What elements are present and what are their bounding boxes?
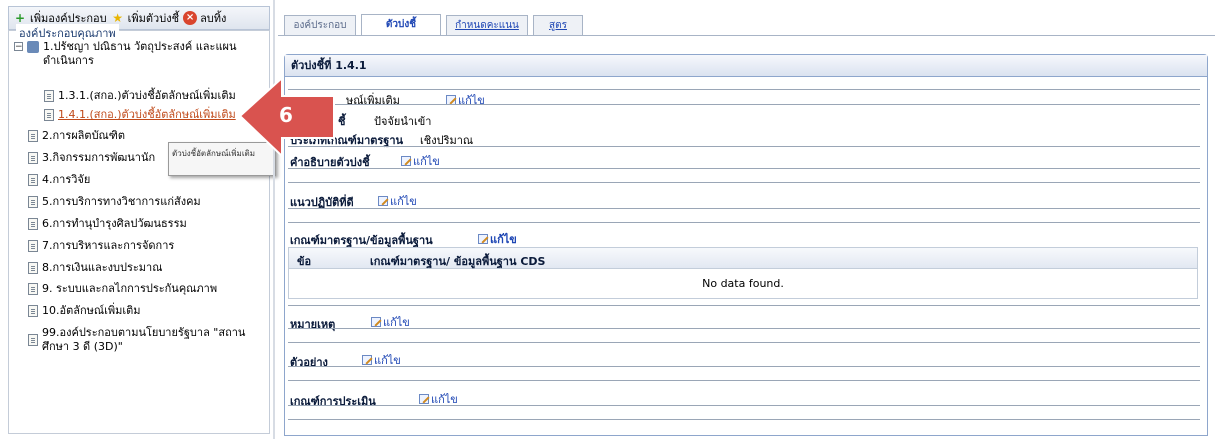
row-divider — [288, 305, 1200, 306]
tree-item[interactable]: 4.การวิจัย — [28, 173, 90, 187]
grid-empty-message: No data found. — [288, 269, 1198, 299]
example-label: ตัวอย่าง — [290, 356, 328, 369]
document-icon — [28, 283, 38, 295]
document-icon — [28, 218, 38, 230]
row-divider — [288, 104, 1200, 105]
tree-child-label: 1.4.1.(สกอ.)ตัวบ่งชี้อัตลักษณ์เพิ่มเติม — [58, 108, 236, 121]
row-divider — [288, 380, 1200, 381]
tree-item[interactable]: 5.การบริการทางวิชาการแก่สังคม — [28, 195, 201, 209]
note-label: หมายเหตุ — [290, 318, 336, 331]
document-icon — [28, 262, 38, 274]
document-icon — [28, 334, 38, 346]
edit-icon — [378, 196, 388, 206]
grid-col-criteria: เกณฑ์มาตรฐาน/ ข้อมูลพื้นฐาน CDS — [370, 255, 546, 268]
tree-item-label: 7.การบริหารและการจัดการ — [42, 239, 175, 252]
callout-number: 6 — [279, 103, 293, 127]
row-divider — [288, 146, 1200, 147]
tab-scoring[interactable]: กำหนดคะแนน — [446, 15, 528, 36]
tree-item[interactable]: 10.อัตลักษณ์เพิ่มเติม — [28, 304, 141, 318]
indicator-type-label: ชี้ — [338, 115, 346, 128]
edit-icon — [478, 234, 488, 244]
tree-item[interactable]: 3.กิจกรรมการพัฒนานัก — [28, 151, 155, 165]
add-indicator-label: เพิ่มตัวบ่งชี้ — [127, 12, 180, 25]
document-icon — [28, 240, 38, 252]
tree-child-label: 1.3.1.(สกอ.)ตัวบ่งชี้อัตลักษณ์เพิ่มเติม — [58, 89, 236, 102]
tree-child-item-selected[interactable]: 1.4.1.(สกอ.)ตัวบ่งชี้อัตลักษณ์เพิ่มเติม — [44, 108, 236, 122]
tree-item-label: 5.การบริการทางวิชาการแก่สังคม — [42, 195, 201, 208]
collapse-icon[interactable]: − — [14, 42, 23, 52]
tree-item[interactable]: 99.องค์ประกอบตามนโยบายรัฐบาล "สถาน ศึกษา… — [28, 326, 245, 354]
tree-item-label: 6.การทำนุบำรุงศิลปวัฒนธรรม — [42, 217, 187, 230]
document-icon — [44, 90, 54, 102]
grid-col-no: ข้อ — [297, 255, 312, 268]
row-divider — [288, 328, 1200, 329]
tree-item-label: 9. ระบบและกลไกการประกันคุณภาพ — [42, 282, 218, 295]
tree-item[interactable]: 9. ระบบและกลไกการประกันคุณภาพ — [28, 282, 217, 296]
tree-item[interactable]: 6.การทำนุบำรุงศิลปวัฒนธรรม — [28, 217, 187, 231]
tree-item[interactable]: 7.การบริหารและการจัดการ — [28, 239, 174, 253]
edit-standard-link[interactable]: แก้ไข — [478, 230, 517, 248]
tree-item-label: 4.การวิจัย — [42, 173, 91, 186]
tree-item-label: 10.อัตลักษณ์เพิ่มเติม — [42, 304, 141, 317]
tree-root-item[interactable]: − 1.ปรัชญา ปณิธาน วัตถุประสงค์ และแผน ดำ… — [14, 40, 237, 68]
evaluation-label: เกณฑ์การประเมิน — [290, 395, 376, 408]
delete-button[interactable]: × ลบทิ้ง — [183, 9, 226, 27]
document-icon — [28, 305, 38, 317]
edit-label: แก้ไข — [458, 94, 485, 107]
edit-name-link[interactable]: แก้ไข — [446, 91, 485, 109]
delete-icon: × — [183, 11, 198, 25]
edit-label: แก้ไข — [490, 233, 517, 246]
row-divider — [288, 89, 1200, 90]
document-icon — [28, 196, 38, 208]
panel-title: ตัวบ่งชี้ที่ 1.4.1 — [285, 55, 1207, 77]
tab-formula[interactable]: สูตร — [533, 15, 583, 36]
edit-icon — [371, 317, 381, 327]
tab-indicator[interactable]: ตัวบ่งชี้ — [361, 14, 441, 36]
edit-icon — [362, 355, 372, 365]
document-icon — [28, 152, 38, 164]
tree-item-label: 99.องค์ประกอบตามนโยบายรัฐบาล "สถาน ศึกษา… — [42, 326, 246, 353]
tree-item-label: 8.การเงินและงบประมาณ — [42, 261, 163, 274]
document-icon — [28, 174, 38, 186]
document-icon — [28, 130, 38, 142]
tree-item[interactable]: 2.การผลิตบัณฑิต — [28, 129, 125, 143]
plus-icon: + — [14, 11, 26, 25]
edit-icon — [419, 394, 429, 404]
document-icon — [44, 109, 54, 121]
edit-icon — [401, 156, 411, 166]
row-divider — [288, 208, 1200, 209]
tree-item-label: 3.กิจกรรมการพัฒนานัก — [42, 151, 156, 164]
indicator-name-value: ษณ์เพิ่มเติม — [346, 94, 400, 107]
row-divider — [288, 405, 1200, 406]
row-divider — [288, 168, 1200, 169]
tree-item-label: 2.การผลิตบัณฑิต — [42, 129, 126, 142]
tree-item[interactable]: 8.การเงินและงบประมาณ — [28, 261, 162, 275]
row-divider — [288, 419, 1200, 420]
tab-component[interactable]: องค์ประกอบ — [284, 15, 356, 36]
add-indicator-button[interactable]: ★ เพิ่มตัวบ่งชี้ — [111, 9, 179, 27]
row-divider — [288, 342, 1200, 343]
star-icon: ★ — [112, 11, 124, 25]
tree-root-label: 1.ปรัชญา ปณิธาน วัตถุประสงค์ และแผน ดำเน… — [43, 40, 237, 67]
tree-child-item[interactable]: 1.3.1.(สกอ.)ตัวบ่งชี้อัตลักษณ์เพิ่มเติม — [44, 89, 236, 103]
row-divider — [288, 366, 1200, 367]
tab-underline — [278, 35, 1215, 36]
panel-splitter[interactable] — [273, 0, 275, 439]
row-divider — [288, 222, 1200, 223]
row-divider — [288, 182, 1200, 183]
delete-label: ลบทิ้ง — [200, 12, 227, 25]
folder-icon — [27, 41, 39, 53]
indicator-type-value: ปัจจัยนำเข้า — [374, 115, 432, 128]
